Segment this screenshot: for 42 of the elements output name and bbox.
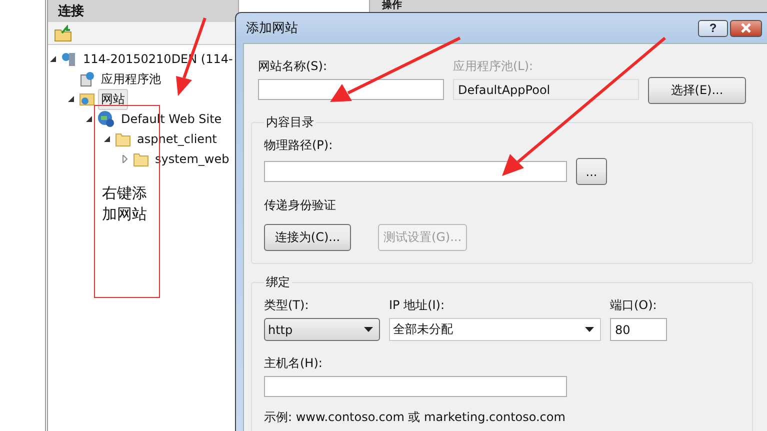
field-label: 类型(T): xyxy=(264,297,310,314)
port-field[interactable]: 80 xyxy=(610,318,667,341)
expand-toggle-icon[interactable] xyxy=(49,55,57,63)
dialog-title: 添加网站 xyxy=(246,20,299,37)
dropdown-caret-icon xyxy=(585,327,594,332)
app-pool-icon xyxy=(79,71,95,87)
dropdown-caret-icon xyxy=(364,327,373,332)
panel-title: 连接 xyxy=(48,0,238,22)
field-label: 主机名(H): xyxy=(264,355,324,372)
group-title: 内容目录 xyxy=(265,114,315,131)
panel-title: 操作 xyxy=(370,0,767,12)
tree-item[interactable]: 网站 xyxy=(98,88,128,110)
tree-item[interactable]: 应用程序池 xyxy=(98,68,164,90)
group-title: 绑定 xyxy=(265,274,291,291)
field-label: 端口(O): xyxy=(610,297,658,314)
expand-toggle-icon[interactable] xyxy=(85,115,93,123)
host-name-field[interactable] xyxy=(264,376,567,397)
close-button[interactable] xyxy=(730,20,762,36)
expand-toggle-icon[interactable] xyxy=(121,155,129,163)
ip-address-dropdown[interactable]: 全部未分配 xyxy=(389,318,601,341)
field-label: 应用程序池(L): xyxy=(453,58,534,75)
folder-globe-icon xyxy=(79,91,95,107)
folder-icon xyxy=(133,152,149,166)
auth-label: 传递身份验证 xyxy=(264,197,337,214)
expand-toggle-icon[interactable] xyxy=(103,135,111,143)
help-button[interactable]: ? xyxy=(698,20,728,36)
annotation-text: 右键添加网站 xyxy=(102,183,148,225)
type-dropdown[interactable]: http xyxy=(264,318,380,341)
field-label: IP 地址(I): xyxy=(389,297,446,314)
example-text: 示例: www.contoso.com 或 marketing.contoso.com xyxy=(264,409,566,426)
physical-path-field[interactable] xyxy=(264,161,567,182)
field-label: 网站名称(S): xyxy=(258,58,328,75)
expand-toggle-icon[interactable] xyxy=(67,95,75,103)
browse-button[interactable]: ... xyxy=(576,158,607,185)
globe-icon xyxy=(97,110,115,128)
close-icon xyxy=(740,23,752,33)
server-icon xyxy=(61,51,77,67)
field-label: 物理路径(P): xyxy=(264,137,334,154)
connect-icon[interactable] xyxy=(54,24,72,42)
folder-icon xyxy=(115,132,131,146)
connect-as-button[interactable]: 连接为(C)... xyxy=(264,224,351,251)
site-name-field[interactable] xyxy=(258,79,444,100)
